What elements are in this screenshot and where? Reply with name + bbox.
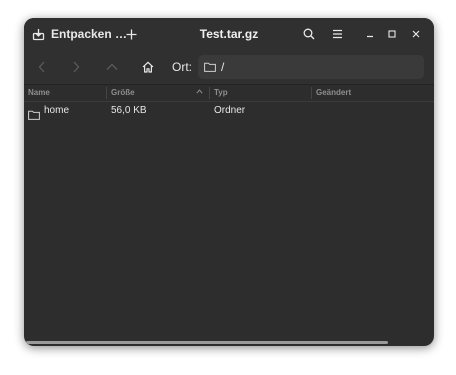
plus-icon (126, 29, 136, 39)
home-button[interactable] (134, 50, 162, 84)
minimize-button[interactable] (360, 18, 380, 50)
table-row[interactable]: home 56,0 KB Ordner (24, 102, 434, 120)
sort-ascending-icon (196, 89, 203, 94)
search-icon (303, 28, 315, 40)
column-modified[interactable]: Geändert (316, 85, 351, 101)
maximize-button[interactable] (382, 18, 402, 50)
column-type[interactable]: Typ (214, 85, 228, 101)
extract-label: Entpacken … (51, 27, 128, 41)
horizontal-scrollbar[interactable] (26, 341, 388, 344)
row-name: home (44, 105, 70, 116)
column-size[interactable]: Größe (111, 85, 135, 101)
close-button[interactable] (406, 18, 426, 50)
column-separator[interactable] (311, 87, 312, 99)
row-type: Ordner (214, 105, 246, 116)
forward-button[interactable] (62, 50, 90, 84)
location-field[interactable]: / (198, 55, 424, 79)
row-size: 56,0 KB (111, 105, 147, 116)
hamburger-menu-icon (332, 29, 342, 39)
column-header: Name Größe Typ Geändert (24, 85, 434, 102)
home-icon (142, 61, 154, 73)
column-separator[interactable] (106, 87, 107, 99)
up-button[interactable] (98, 50, 126, 84)
extract-icon (32, 28, 45, 40)
header-bar: Entpacken … Test.tar.gz (24, 18, 434, 50)
folder-icon (204, 62, 216, 72)
menu-button[interactable] (326, 18, 348, 50)
column-separator[interactable] (209, 87, 210, 99)
app-window: Entpacken … Test.tar.gz Ort: / Name Größ… (24, 18, 434, 346)
chevron-left-icon (38, 61, 45, 73)
new-archive-button[interactable] (120, 18, 142, 50)
close-icon (412, 30, 420, 38)
maximize-icon (388, 30, 396, 38)
location-label: Ort: (172, 60, 192, 74)
location-toolbar: Ort: / (24, 50, 434, 85)
back-button[interactable] (28, 50, 56, 84)
column-name[interactable]: Name (28, 85, 50, 101)
search-button[interactable] (298, 18, 320, 50)
folder-icon (28, 110, 40, 120)
chevron-right-icon (73, 61, 80, 73)
location-path: / (221, 60, 225, 74)
chevron-up-icon (106, 63, 118, 70)
minimize-icon (367, 35, 373, 38)
extract-button[interactable]: Entpacken … (32, 18, 127, 50)
